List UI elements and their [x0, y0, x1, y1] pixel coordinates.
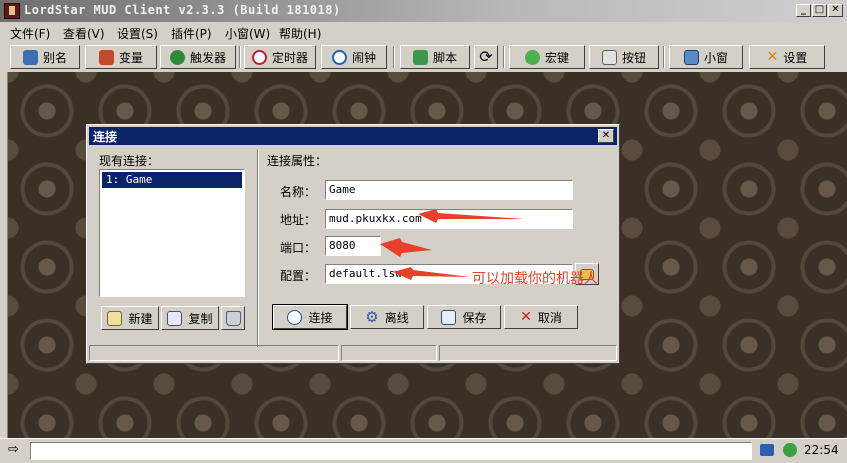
- annotation-arrows: [380, 209, 524, 280]
- command-input[interactable]: [30, 442, 752, 460]
- command-arrow-icon: ⇨: [8, 442, 19, 457]
- status-bar: ⇨ 22:54: [0, 438, 847, 463]
- status-indicator-icon: [783, 443, 797, 457]
- annotation-arrow-address: [418, 209, 524, 223]
- annotation-text: 可以加载你的机器人: [472, 271, 598, 287]
- annotation-arrow-config: [393, 267, 470, 280]
- annotation-arrow-port: [380, 238, 432, 257]
- clock: 22:54: [804, 443, 839, 457]
- keyboard-icon[interactable]: [760, 444, 774, 456]
